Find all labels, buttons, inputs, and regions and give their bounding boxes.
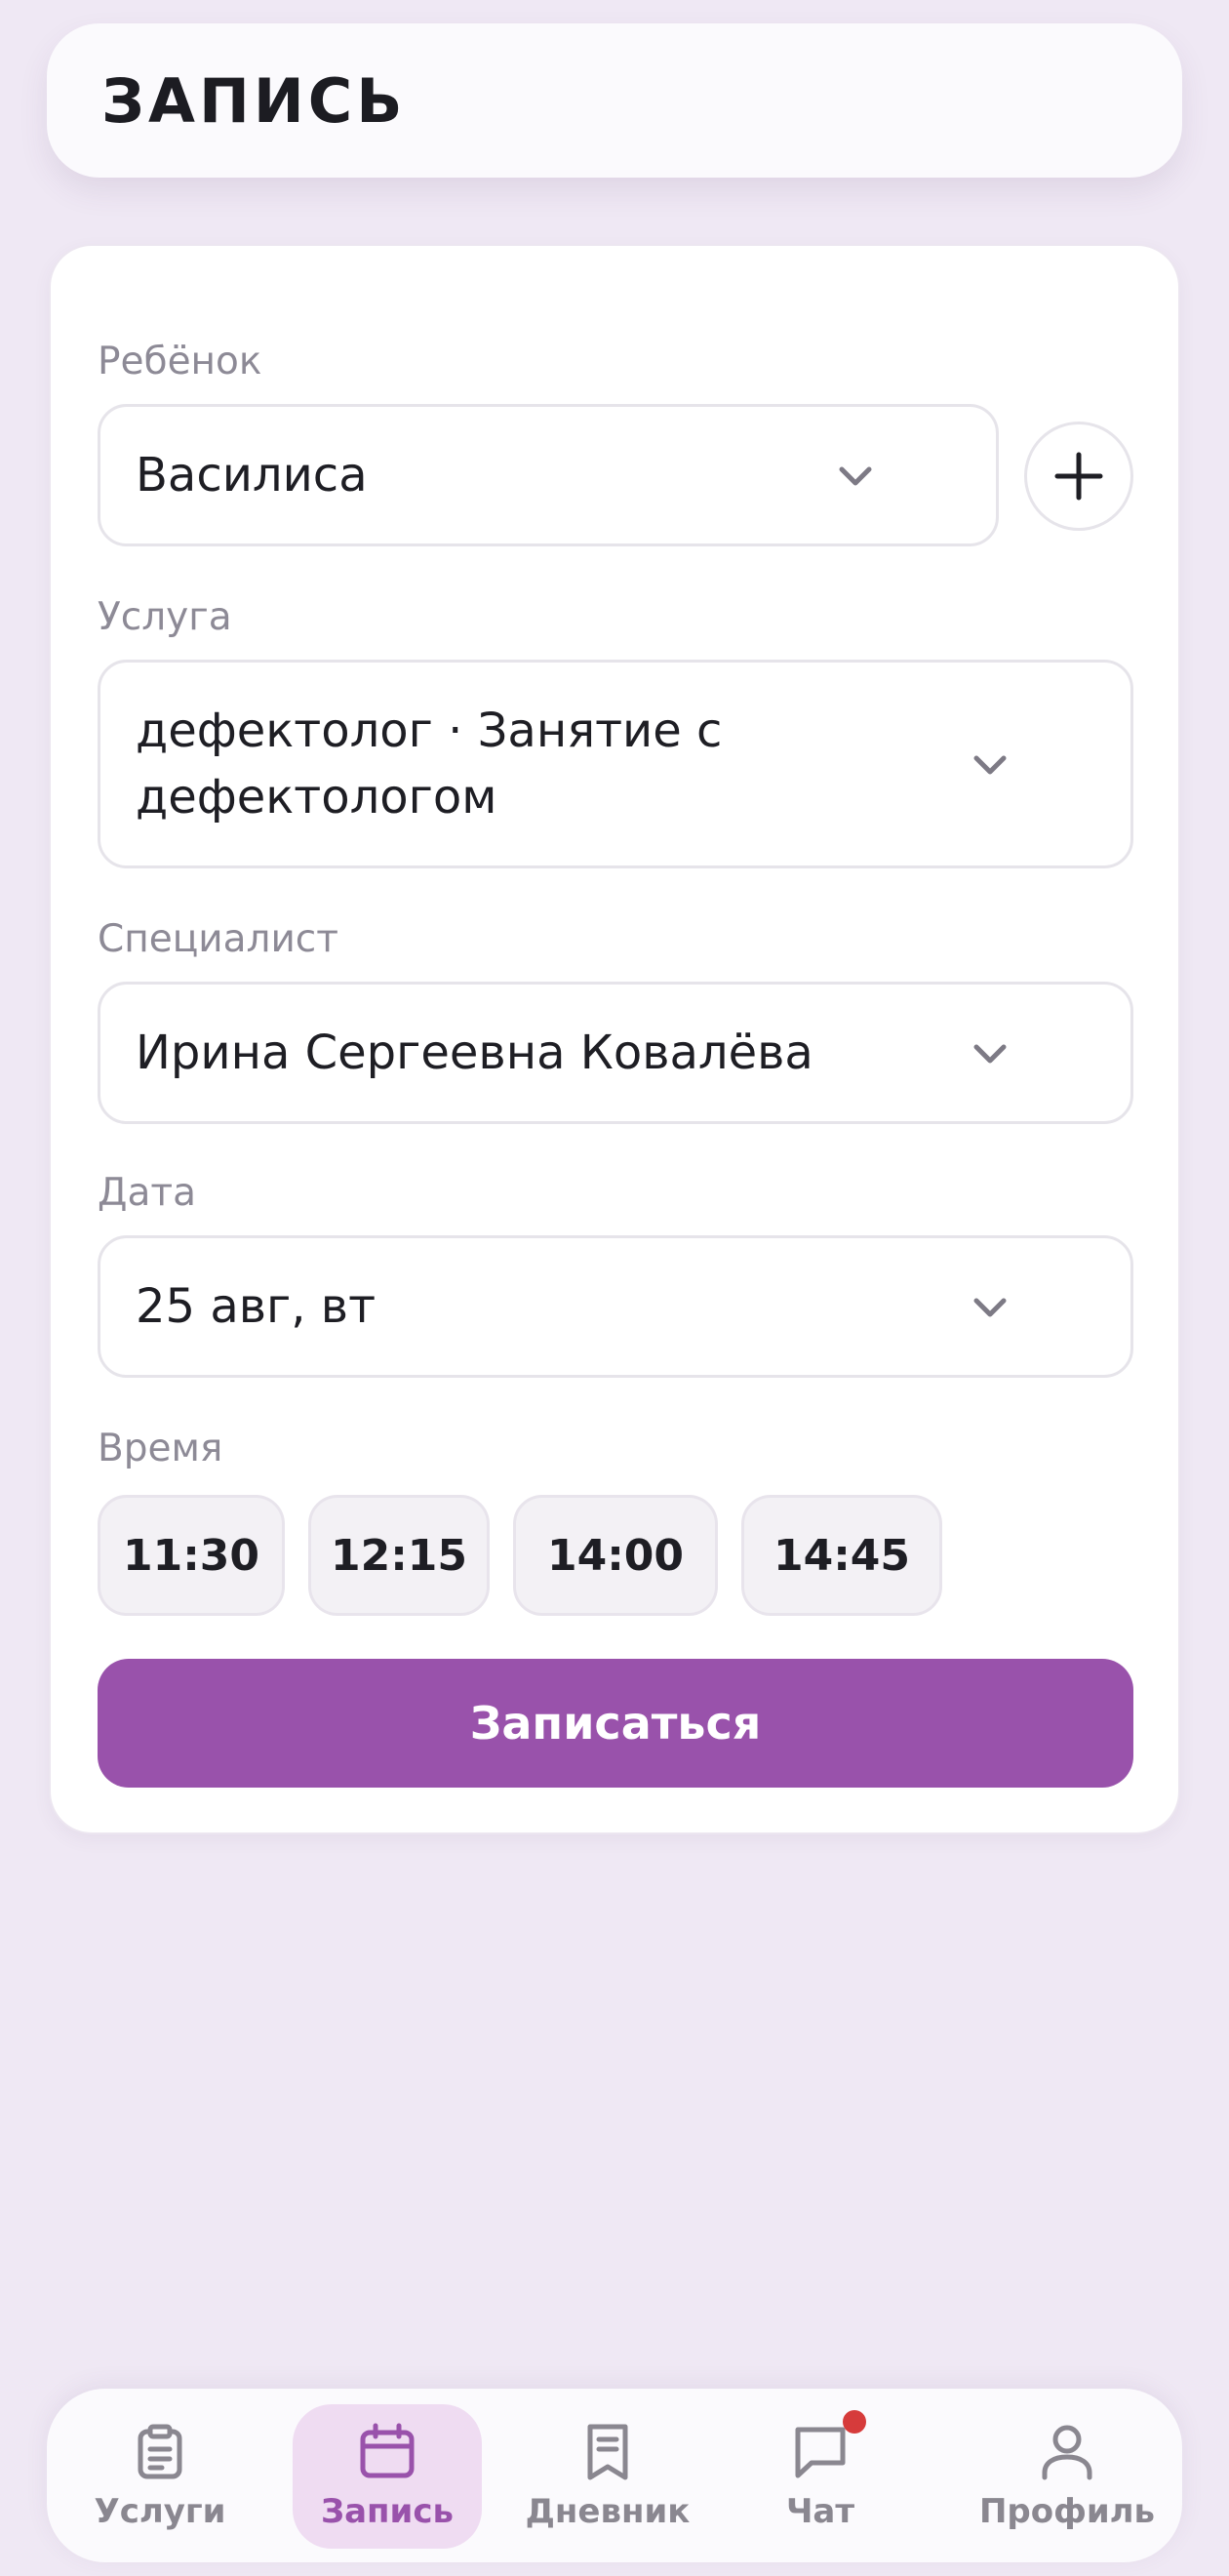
chat-icon — [790, 2410, 866, 2482]
chevron-down-icon — [971, 745, 1010, 784]
notification-badge — [843, 2410, 866, 2434]
page-title: ЗАПИСЬ — [101, 64, 407, 137]
time-slot[interactable]: 12:15 — [308, 1495, 490, 1616]
time-slot[interactable]: 11:30 — [98, 1495, 285, 1616]
clipboard-icon — [130, 2422, 190, 2482]
specialist-select[interactable]: Ирина Сергеевна Ковалёва — [98, 982, 1133, 1124]
user-icon — [1037, 2422, 1097, 2482]
nav-item-diary[interactable]: Дневник — [526, 2404, 690, 2549]
chevron-down-icon — [971, 1033, 1010, 1072]
time-slot[interactable]: 14:45 — [741, 1495, 942, 1616]
nav-item-booking[interactable]: Запись — [293, 2404, 482, 2549]
add-child-button[interactable] — [1024, 422, 1133, 531]
nav-item-services[interactable]: Услуги — [76, 2404, 244, 2549]
child-select-value: Василиса — [136, 448, 368, 503]
specialist-select-value: Ирина Сергеевна Ковалёва — [136, 1026, 813, 1080]
child-label: Ребёнок — [98, 340, 262, 383]
bottom-nav: Услуги Запись Дневник Чат Профиль — [47, 2389, 1182, 2562]
booking-form: Ребёнок Василиса Услуга дефектолог · Зан… — [49, 244, 1180, 1834]
specialist-label: Специалист — [98, 917, 338, 961]
booking-screen: ЗАПИСЬ Ребёнок Василиса Услуга дефектоло… — [0, 0, 1229, 2576]
chevron-down-icon — [971, 1287, 1010, 1326]
nav-label-chat: Чат — [785, 2492, 855, 2531]
child-select[interactable]: Василиса — [98, 404, 999, 546]
nav-label-services: Услуги — [94, 2492, 226, 2531]
nav-label-profile: Профиль — [978, 2492, 1156, 2531]
time-slot[interactable]: 14:00 — [513, 1495, 718, 1616]
date-select[interactable]: 25 авг, вт — [98, 1235, 1133, 1378]
submit-booking-button[interactable]: Записаться — [98, 1659, 1133, 1788]
service-select-value: дефектолог · Занятие с дефектологом — [136, 704, 723, 825]
time-label: Время — [98, 1427, 223, 1470]
plus-icon — [1054, 452, 1103, 501]
time-slots: 11:30 12:15 14:00 14:45 — [98, 1495, 942, 1616]
receipt-icon — [577, 2422, 638, 2482]
nav-label-booking: Запись — [320, 2492, 455, 2531]
service-label: Услуга — [98, 595, 232, 639]
calendar-icon — [357, 2422, 417, 2482]
nav-label-diary: Дневник — [525, 2492, 691, 2531]
nav-item-profile[interactable]: Профиль — [979, 2404, 1155, 2549]
date-select-value: 25 авг, вт — [136, 1279, 377, 1334]
date-label: Дата — [98, 1171, 196, 1215]
chevron-down-icon — [836, 456, 875, 495]
service-select[interactable]: дефектолог · Занятие с дефектологом — [98, 660, 1133, 868]
header: ЗАПИСЬ — [47, 23, 1182, 178]
nav-item-chat[interactable]: Чат — [757, 2404, 884, 2549]
